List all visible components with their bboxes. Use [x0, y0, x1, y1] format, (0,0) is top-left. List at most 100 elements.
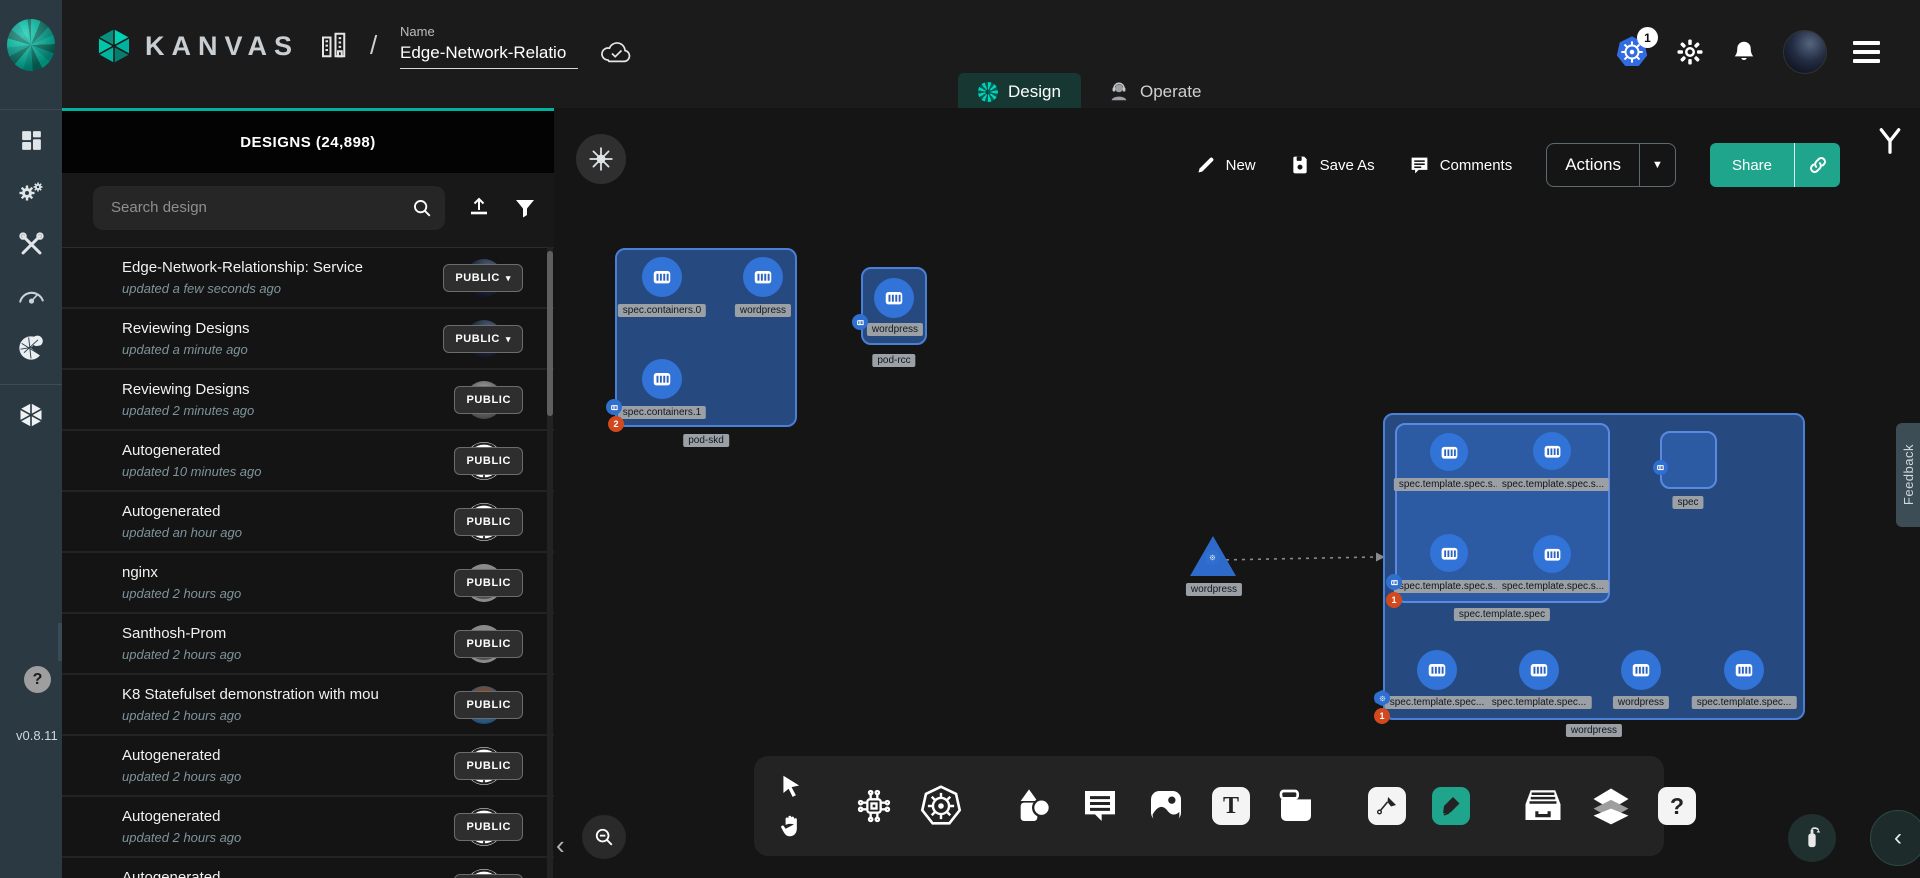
- kubernetes-tool-icon[interactable]: [920, 785, 962, 827]
- filter-icon[interactable]: [513, 196, 537, 220]
- layers-icon[interactable]: [1590, 785, 1632, 827]
- pod-kind-badge[interactable]: [1386, 574, 1402, 590]
- menu-hamburger-icon[interactable]: [1853, 41, 1880, 63]
- notifications-bell-icon[interactable]: [1731, 38, 1757, 66]
- node-wordpress-pod[interactable]: [874, 278, 914, 318]
- design-list-item[interactable]: Autogenerated updated 10 minutes ago PUB…: [62, 431, 554, 492]
- visibility-badge[interactable]: PUBLIC ▾: [454, 630, 523, 658]
- node-wordpress-container[interactable]: [743, 257, 783, 297]
- design-list-item[interactable]: Autogenerated updated 2 hours ago PUBLIC…: [62, 858, 554, 878]
- nav-lifecycle-icon[interactable]: [0, 170, 62, 214]
- design-canvas[interactable]: New Save As Comments Actions ▼ Share: [554, 108, 1920, 878]
- node-bottom-2[interactable]: [1621, 650, 1661, 690]
- visibility-badge[interactable]: PUBLIC ▾: [454, 813, 523, 841]
- nav-kanvas-icon[interactable]: [0, 393, 62, 437]
- actions-label[interactable]: Actions: [1547, 155, 1639, 175]
- nav-mesh-catalog-icon[interactable]: [0, 326, 62, 370]
- design-list-item[interactable]: Autogenerated updated 2 hours ago PUBLIC…: [62, 736, 554, 797]
- extinguisher-button[interactable]: [1788, 814, 1836, 862]
- visibility-badge[interactable]: PUBLIC ▾: [454, 874, 523, 878]
- search-input[interactable]: [111, 186, 411, 228]
- comments-button[interactable]: Comments: [1409, 155, 1513, 176]
- error-count-badge[interactable]: 2: [608, 416, 624, 432]
- text-tool-icon[interactable]: T: [1212, 787, 1250, 825]
- help-button[interactable]: ?: [24, 666, 51, 693]
- error-count-badge[interactable]: 1: [1374, 708, 1390, 724]
- design-list-item[interactable]: Reviewing Designs updated a minute ago P…: [62, 309, 554, 370]
- new-button[interactable]: New: [1196, 155, 1256, 175]
- design-name-input[interactable]: [400, 43, 578, 69]
- visibility-badge[interactable]: PUBLIC ▾: [454, 386, 523, 414]
- pan-hand-icon[interactable]: [778, 813, 804, 839]
- user-avatar[interactable]: [1783, 30, 1827, 74]
- import-icon[interactable]: [467, 196, 491, 220]
- save-as-button[interactable]: Save As: [1290, 155, 1375, 175]
- component-icon[interactable]: [854, 786, 894, 826]
- visibility-badge[interactable]: PUBLIC ▾: [454, 752, 523, 780]
- kubernetes-context-button[interactable]: 1: [1615, 35, 1649, 69]
- service-kind-badge[interactable]: [1205, 550, 1220, 565]
- shapes-icon[interactable]: [1014, 786, 1054, 826]
- freehand-draw-icon[interactable]: [1432, 787, 1470, 825]
- select-cursor-icon[interactable]: [778, 773, 804, 799]
- node-spec-containers-0[interactable]: [642, 257, 682, 297]
- meshery-dock-button[interactable]: [576, 134, 626, 184]
- node-bottom-1[interactable]: [1519, 650, 1559, 690]
- zoom-out-button[interactable]: [582, 815, 626, 859]
- brand[interactable]: KANVAS: [95, 26, 299, 66]
- node-template-container-2[interactable]: [1430, 534, 1468, 572]
- y-branch-icon[interactable]: [1875, 126, 1905, 156]
- note-icon[interactable]: [1276, 786, 1316, 826]
- visibility-badge[interactable]: PUBLIC ▾: [443, 325, 523, 353]
- drawer-icon[interactable]: [1522, 785, 1564, 827]
- tab-operate[interactable]: Operate: [1088, 73, 1221, 110]
- visibility-badge[interactable]: PUBLIC ▾: [454, 447, 523, 475]
- feedback-tab[interactable]: Feedback: [1896, 423, 1920, 527]
- node-template-container-0[interactable]: [1430, 433, 1468, 471]
- right-drawer-collapse-button[interactable]: ‹: [1870, 810, 1920, 866]
- settings-gear-icon[interactable]: [1675, 37, 1705, 67]
- edge-wordpress-to-deployment[interactable]: [1214, 548, 1394, 568]
- visibility-badge[interactable]: PUBLIC ▾: [443, 264, 523, 292]
- node-spec-containers-1[interactable]: [642, 359, 682, 399]
- actions-split-button[interactable]: Actions ▼: [1546, 143, 1676, 187]
- error-count-badge[interactable]: 1: [1386, 592, 1402, 608]
- nav-toolkit-icon[interactable]: [0, 222, 62, 266]
- node-spec[interactable]: [1660, 431, 1717, 489]
- organization-icon[interactable]: [318, 28, 348, 62]
- actions-dropdown-caret[interactable]: ▼: [1639, 143, 1675, 187]
- share-split-button[interactable]: Share: [1710, 143, 1840, 187]
- visibility-badge[interactable]: PUBLIC ▾: [454, 508, 523, 536]
- design-list-item[interactable]: Autogenerated updated an hour ago PUBLIC…: [62, 492, 554, 553]
- scrollbar-thumb[interactable]: [547, 251, 553, 416]
- pod-kind-badge[interactable]: [852, 314, 868, 330]
- sidebar-logo-cell[interactable]: [0, 0, 62, 110]
- nav-dashboard-icon[interactable]: [0, 118, 62, 162]
- visibility-badge[interactable]: PUBLIC ▾: [454, 569, 523, 597]
- share-label[interactable]: Share: [1710, 157, 1794, 174]
- design-list-item[interactable]: nginx updated 2 hours ago PUBLIC ▾: [62, 553, 554, 614]
- design-list-item[interactable]: Reviewing Designs updated 2 minutes ago …: [62, 370, 554, 431]
- help-tool-icon[interactable]: ?: [1658, 787, 1696, 825]
- search-icon[interactable]: [411, 197, 433, 219]
- design-list-item[interactable]: Santhosh-Prom updated 2 hours ago PUBLIC…: [62, 614, 554, 675]
- layer5-logo-icon[interactable]: [7, 19, 55, 71]
- design-list-item[interactable]: Edge-Network-Relationship: Service updat…: [62, 248, 554, 309]
- search-box[interactable]: [93, 186, 445, 230]
- nav-performance-icon[interactable]: [0, 274, 62, 318]
- pen-tool-icon[interactable]: [1368, 787, 1406, 825]
- image-icon[interactable]: [1146, 786, 1186, 826]
- pod-kind-badge[interactable]: [1653, 460, 1668, 475]
- node-template-container-1[interactable]: [1533, 432, 1571, 470]
- node-bottom-0[interactable]: [1417, 650, 1457, 690]
- panel-collapse-chevron[interactable]: ‹: [556, 830, 565, 861]
- visibility-badge[interactable]: PUBLIC ▾: [454, 691, 523, 719]
- design-list-item[interactable]: K8 Statefulset demonstration with mou up…: [62, 675, 554, 736]
- node-template-container-3[interactable]: [1533, 535, 1571, 573]
- tab-design[interactable]: Design: [958, 73, 1081, 110]
- comment-tool-icon[interactable]: [1080, 786, 1120, 826]
- design-list-item[interactable]: Autogenerated updated 2 hours ago PUBLIC…: [62, 797, 554, 858]
- node-bottom-3[interactable]: [1724, 650, 1764, 690]
- node-group-spec-template-spec[interactable]: [1395, 423, 1610, 603]
- pod-kind-badge[interactable]: [606, 399, 622, 415]
